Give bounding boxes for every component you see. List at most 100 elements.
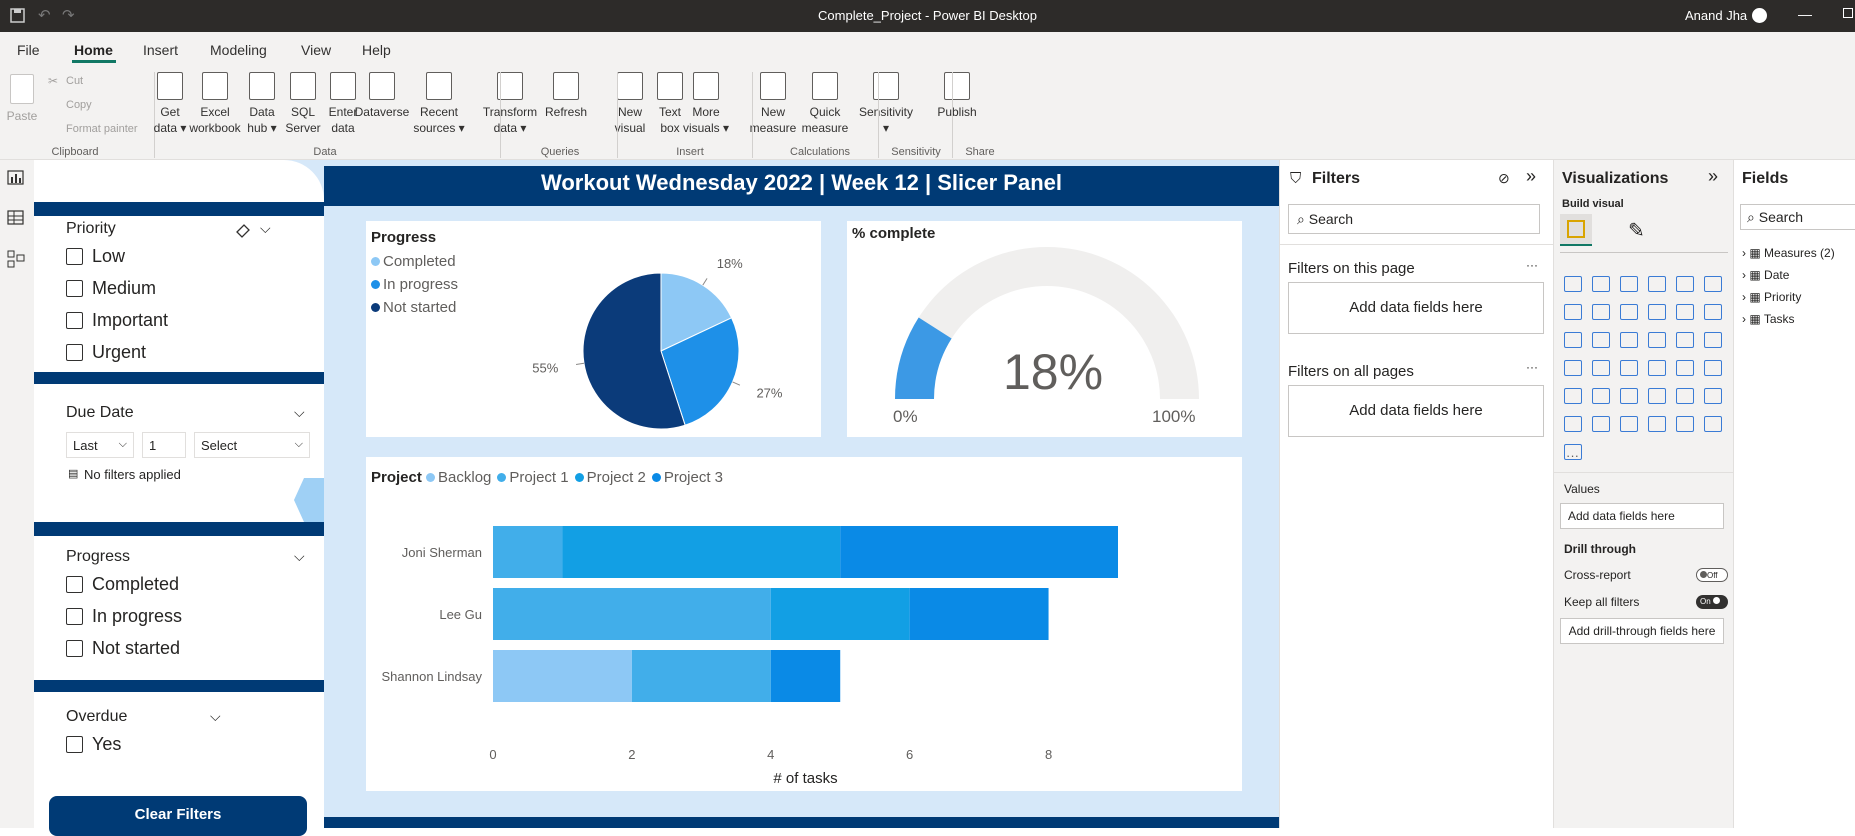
legend-completed[interactable]: Completed	[371, 253, 458, 270]
more-options-icon[interactable]: ···	[1526, 360, 1538, 374]
visual-type-icon[interactable]	[1676, 304, 1694, 320]
format-painter-button[interactable]: Format painter	[66, 123, 138, 135]
collapse-icon[interactable]: »	[1526, 166, 1536, 187]
gauge-card[interactable]: % complete 18% 0% 100%	[847, 221, 1242, 437]
eye-hide-icon[interactable]: ⊘	[1498, 170, 1510, 187]
progress-item-not-started[interactable]: Not started	[92, 638, 180, 659]
bar-segment[interactable]	[909, 588, 1049, 640]
visual-type-icon[interactable]	[1648, 276, 1666, 292]
menu-insert[interactable]: Insert	[143, 42, 178, 58]
priority-item-important[interactable]: Important	[92, 310, 168, 331]
checkbox-important[interactable]	[66, 312, 83, 329]
visual-type-icon[interactable]	[1648, 360, 1666, 376]
checkbox-medium[interactable]	[66, 280, 83, 297]
progress-item-completed[interactable]: Completed	[92, 574, 179, 595]
checkbox-yes[interactable]	[66, 736, 83, 753]
visual-type-icon[interactable]	[1704, 416, 1722, 432]
visual-type-icon[interactable]	[1704, 276, 1722, 292]
bar-chart-card[interactable]: Project Backlog Project 1 Project 2 Project…	[366, 457, 1242, 791]
pie-chart-card[interactable]: Progress Completed In progress Not start…	[366, 221, 821, 437]
filters-page-dropzone[interactable]: Add data fields here	[1288, 282, 1544, 334]
bar-segment[interactable]	[770, 650, 841, 702]
user-name[interactable]: Anand Jha	[1685, 8, 1747, 23]
ribbon-button[interactable]: More visuals ▾	[671, 72, 741, 136]
menu-modeling[interactable]: Modeling	[210, 42, 267, 58]
visual-type-icon[interactable]	[1704, 304, 1722, 320]
visual-type-icon[interactable]	[1676, 388, 1694, 404]
visual-type-icon[interactable]	[1592, 276, 1610, 292]
menu-help[interactable]: Help	[362, 42, 391, 58]
menu-file[interactable]: File	[17, 42, 40, 58]
fields-search-input[interactable]: ⌕ Search	[1740, 204, 1855, 230]
checkbox-low[interactable]	[66, 248, 83, 265]
report-view-icon[interactable]	[7, 170, 25, 186]
visual-type-icon[interactable]	[1564, 332, 1582, 348]
bar-segment[interactable]	[631, 650, 771, 702]
visual-type-icon[interactable]	[1620, 304, 1638, 320]
cross-report-toggle[interactable]: Off	[1696, 568, 1728, 582]
filters-all-dropzone[interactable]: Add data fields here	[1288, 385, 1544, 437]
restore-icon[interactable]	[1843, 8, 1853, 18]
visual-type-icon[interactable]	[1592, 416, 1610, 432]
visual-type-icon[interactable]	[1564, 304, 1582, 320]
checkbox-completed[interactable]	[66, 576, 83, 593]
legend-not-started[interactable]: Not started	[371, 299, 458, 316]
field-measures[interactable]: › ▦ Measures (2)	[1742, 246, 1835, 260]
drill-through-dropzone[interactable]: Add drill-through fields here	[1560, 618, 1724, 644]
visual-type-icon[interactable]	[1704, 360, 1722, 376]
visual-type-icon[interactable]	[1676, 416, 1694, 432]
chevron-down-icon[interactable]: ⌵	[294, 404, 305, 421]
priority-item-urgent[interactable]: Urgent	[92, 342, 146, 363]
visual-type-icon[interactable]	[1620, 388, 1638, 404]
visual-type-icon[interactable]	[1676, 332, 1694, 348]
avatar[interactable]	[1752, 8, 1767, 23]
checkbox-not-started[interactable]	[66, 640, 83, 657]
menu-view[interactable]: View	[301, 42, 331, 58]
bar-segment[interactable]	[493, 588, 771, 640]
visual-type-icon[interactable]	[1592, 388, 1610, 404]
due-date-count-input[interactable]: 1	[142, 432, 186, 458]
visual-type-icon[interactable]	[1648, 304, 1666, 320]
ribbon-button[interactable]: Publish	[922, 72, 992, 120]
visual-type-icon[interactable]	[1648, 416, 1666, 432]
due-date-unit-select[interactable]: Select ⌵	[194, 432, 310, 458]
visual-type-icon[interactable]	[1704, 388, 1722, 404]
more-visuals-icon[interactable]: ···	[1566, 448, 1579, 463]
visual-type-icon[interactable]	[1620, 276, 1638, 292]
collapse-icon[interactable]: »	[1708, 166, 1718, 187]
build-visual-tab[interactable]	[1560, 214, 1592, 246]
model-view-icon[interactable]	[7, 250, 25, 268]
bar-segment[interactable]	[493, 526, 563, 578]
visual-type-icon[interactable]	[1676, 276, 1694, 292]
cut-button[interactable]: Cut	[66, 75, 83, 87]
visual-type-icon[interactable]	[1564, 388, 1582, 404]
clear-filters-button[interactable]: Clear Filters	[49, 796, 307, 836]
checkbox-urgent[interactable]	[66, 344, 83, 361]
visual-type-icon[interactable]	[1592, 360, 1610, 376]
visual-type-icon[interactable]	[1620, 416, 1638, 432]
values-dropzone[interactable]: Add data fields here	[1560, 503, 1724, 529]
menu-home[interactable]: Home	[74, 42, 113, 58]
ribbon-button[interactable]: Refresh	[531, 72, 601, 120]
visual-type-icon[interactable]	[1648, 388, 1666, 404]
copy-button[interactable]: Copy	[66, 99, 92, 111]
visual-type-icon[interactable]	[1564, 416, 1582, 432]
visual-type-icon[interactable]	[1620, 360, 1638, 376]
table-view-icon[interactable]	[7, 210, 25, 226]
ribbon-button[interactable]: Recent sources ▾	[404, 72, 474, 136]
visual-type-icon[interactable]	[1564, 360, 1582, 376]
eraser-icon[interactable]	[234, 222, 252, 238]
priority-item-medium[interactable]: Medium	[92, 278, 156, 299]
field-priority[interactable]: › ▦ Priority	[1742, 290, 1801, 304]
ribbon-button[interactable]: Sensitivity ▾	[851, 72, 921, 136]
visual-type-icon[interactable]	[1648, 332, 1666, 348]
field-date[interactable]: › ▦ Date	[1742, 268, 1789, 282]
bar-segment[interactable]	[493, 650, 632, 702]
checkbox-in-progress[interactable]	[66, 608, 83, 625]
chevron-down-icon[interactable]: ⌵	[210, 708, 221, 725]
collapse-panel-icon[interactable]	[294, 478, 324, 522]
progress-item-in-progress[interactable]: In progress	[92, 606, 182, 627]
keep-filters-toggle[interactable]: On	[1696, 595, 1728, 609]
field-tasks[interactable]: › ▦ Tasks	[1742, 312, 1795, 326]
bar-segment[interactable]	[840, 526, 1118, 578]
